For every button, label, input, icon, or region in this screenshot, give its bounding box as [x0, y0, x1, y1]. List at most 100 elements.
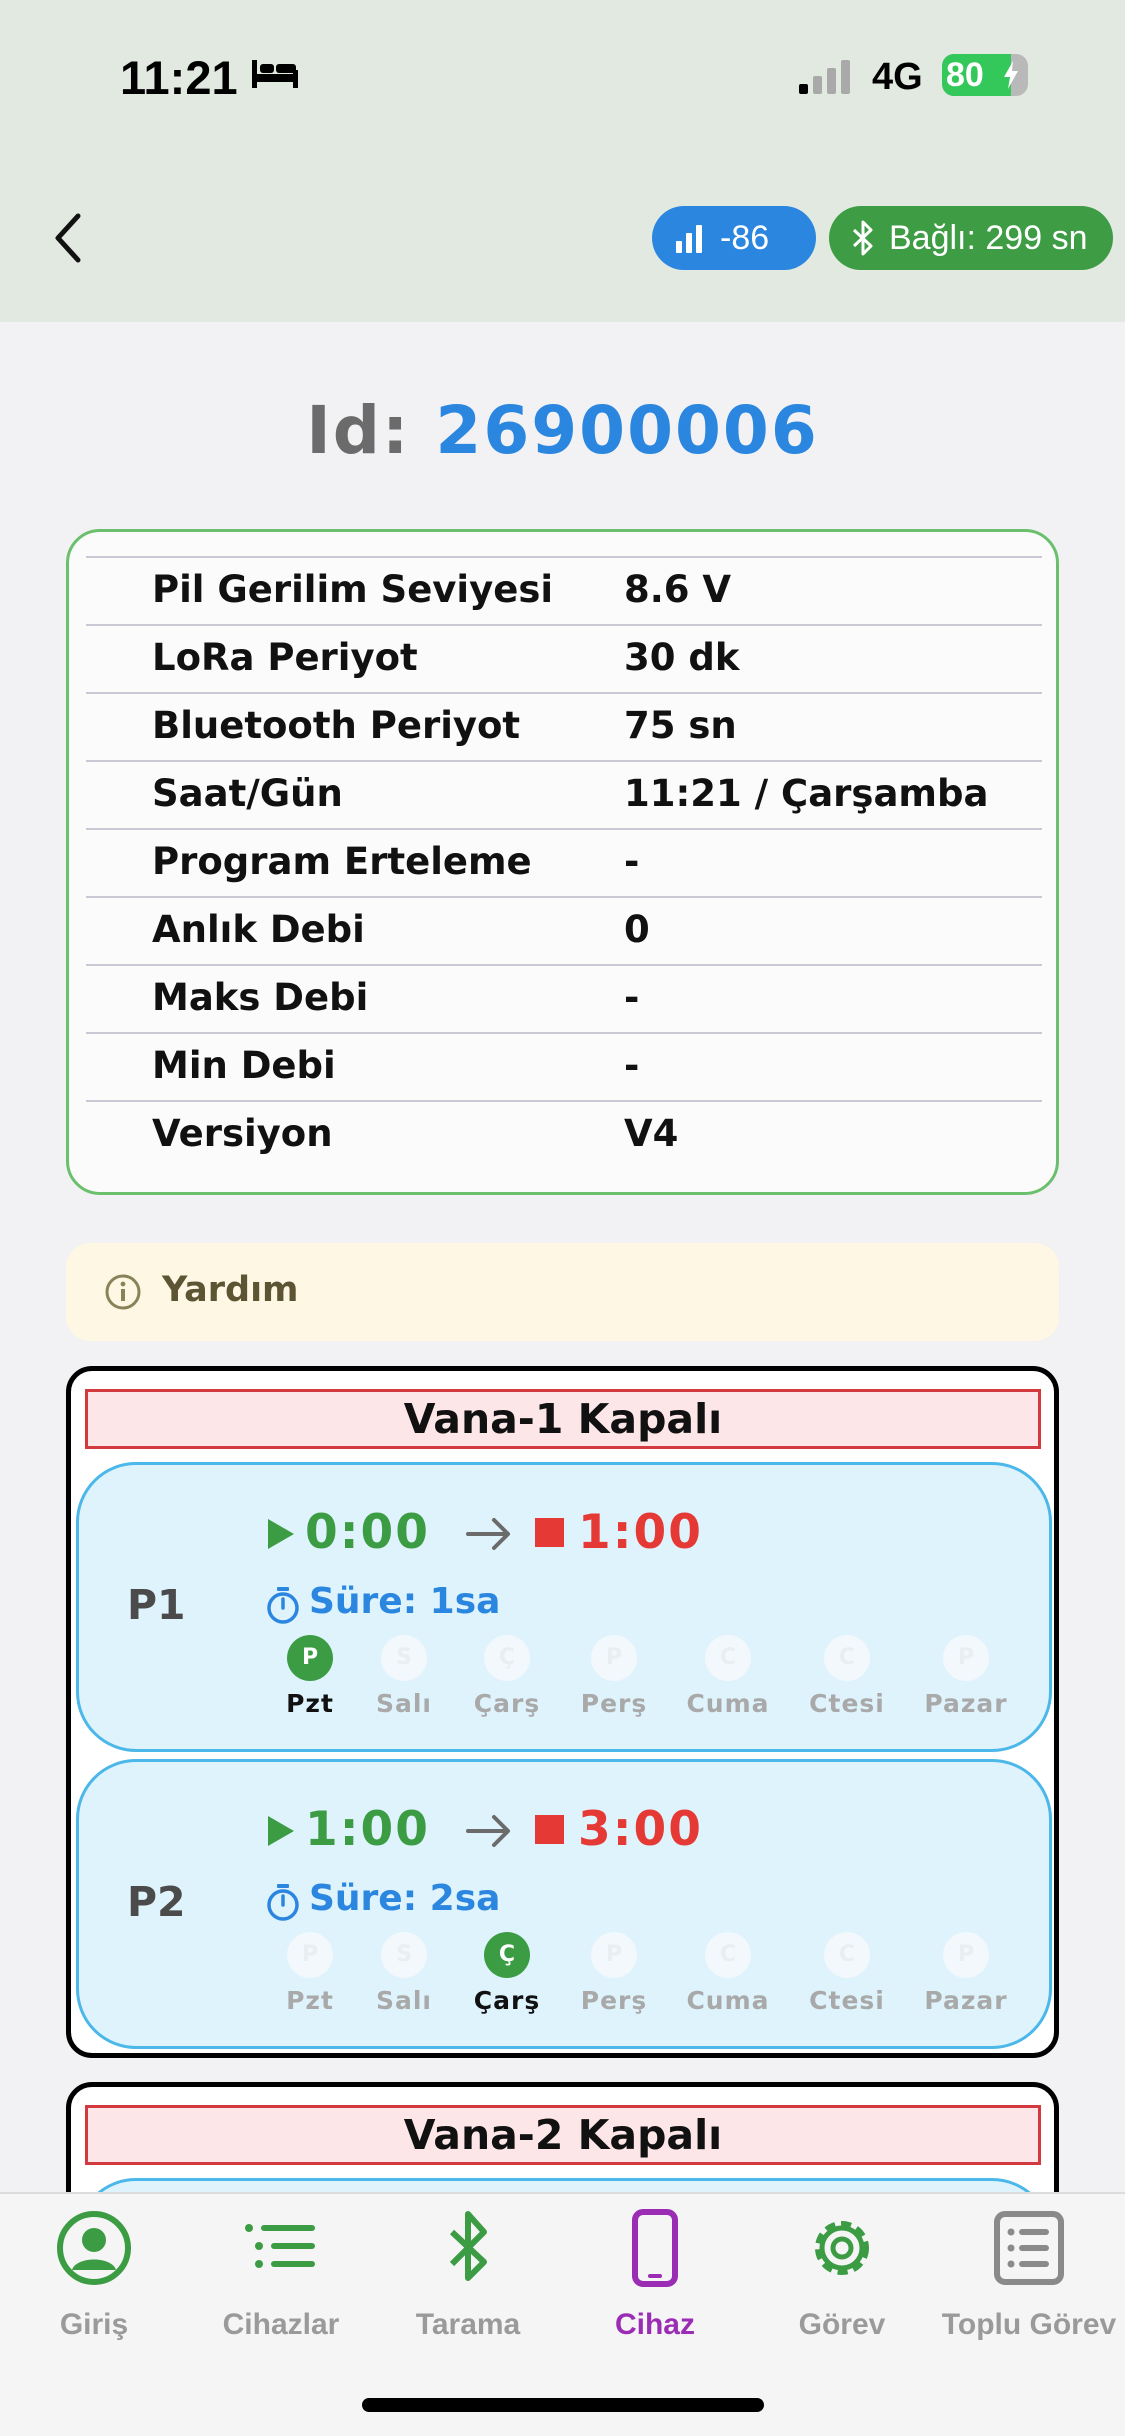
valve-title: Vana-1 Kapalı	[85, 1389, 1041, 1449]
info-label: Pil Gerilim Seviyesi	[152, 568, 554, 611]
status-time: 11:21	[120, 51, 238, 104]
day-label: Pazar	[924, 1689, 1008, 1718]
play-icon	[268, 1519, 294, 1549]
day-label: Perş	[580, 1689, 648, 1718]
info-label: Program Erteleme	[152, 840, 532, 883]
arrow-right-icon	[466, 1518, 510, 1550]
day-label: Cuma	[686, 1689, 770, 1718]
info-value: -	[624, 840, 640, 883]
day-dot: P	[287, 1635, 333, 1681]
tab-toplu-gorev[interactable]: Toplu Görev	[935, 2194, 1123, 2354]
day-dot: Ç	[484, 1932, 530, 1978]
program-name: P2	[127, 1878, 186, 1926]
charging-bolt-icon	[1004, 61, 1018, 89]
info-value: 11:21 / Çarşamba	[624, 772, 989, 815]
play-icon	[268, 1816, 294, 1846]
start-time: 1:00	[305, 1802, 430, 1857]
day-toggle-cars[interactable]: Ç Çarş	[452, 1635, 562, 1718]
info-label: Saat/Gün	[152, 772, 343, 815]
end-time: 3:00	[578, 1802, 703, 1857]
day-label: Pazar	[924, 1986, 1008, 2015]
day-dot: C	[705, 1932, 751, 1978]
info-row: Saat/Gün 11:21 / Çarşamba	[86, 760, 1042, 828]
info-row: Maks Debi -	[86, 964, 1042, 1032]
day-label: Çarş	[473, 1986, 541, 2015]
user-circle-icon	[57, 2211, 131, 2285]
start-time: 0:00	[305, 1505, 430, 1560]
day-dot: S	[381, 1932, 427, 1978]
info-row: Program Erteleme -	[86, 828, 1042, 896]
tab-cihaz[interactable]: Cihaz	[561, 2194, 749, 2354]
battery-indicator: 80	[942, 54, 1028, 96]
valve-title: Vana-2 Kapalı	[85, 2105, 1041, 2165]
day-toggle-ctesi[interactable]: C Ctesi	[792, 1635, 902, 1718]
tab-label: Görev	[798, 2308, 886, 2341]
tab-giris[interactable]: Giriş	[0, 2194, 188, 2354]
program-card-p2[interactable]: P2 1:00 3:00 Süre: 2sa P Pzt S Salı Ç Ça…	[76, 1759, 1052, 2049]
day-toggle-pazar[interactable]: P Pazar	[911, 1932, 1021, 2015]
day-dot: C	[824, 1635, 870, 1681]
day-toggle-pazar[interactable]: P Pazar	[911, 1635, 1021, 1718]
day-label: Ctesi	[809, 1986, 885, 2015]
day-toggle-cars[interactable]: Ç Çarş	[452, 1932, 562, 2015]
phone-icon	[632, 2209, 678, 2287]
day-toggle-cuma[interactable]: C Cuma	[673, 1635, 783, 1718]
day-label: Salı	[375, 1689, 432, 1718]
info-label: Bluetooth Periyot	[152, 704, 521, 747]
tab-tarama[interactable]: Tarama	[374, 2194, 562, 2354]
back-chevron-icon[interactable]	[48, 208, 92, 268]
top-bar: 11:21 4G 80 -86 Bağlı: 299 sn	[0, 0, 1125, 322]
day-toggle-sali[interactable]: S Salı	[349, 1635, 459, 1718]
info-label: Maks Debi	[152, 976, 369, 1019]
day-label: Ctesi	[809, 1689, 885, 1718]
gear-icon	[815, 2221, 869, 2275]
info-value: V4	[624, 1112, 679, 1155]
help-label: Yardım	[162, 1270, 299, 1310]
stop-icon	[535, 1815, 564, 1844]
duration: Süre: 1sa	[309, 1581, 501, 1622]
arrow-right-icon	[466, 1815, 510, 1847]
bottom-tab-bar: Giriş Cihazlar Tarama Cihaz Görev Toplu …	[0, 2192, 1125, 2436]
info-row: Versiyon V4	[86, 1100, 1042, 1168]
info-icon	[105, 1274, 141, 1310]
network-type: 4G	[872, 56, 923, 98]
info-value: -	[624, 1044, 640, 1087]
info-label: Versiyon	[152, 1112, 333, 1155]
battery-level: 80	[946, 56, 984, 94]
day-toggle-cuma[interactable]: C Cuma	[673, 1932, 783, 2015]
day-dot: P	[591, 1932, 637, 1978]
tab-cihazlar[interactable]: Cihazlar	[187, 2194, 375, 2354]
signal-strength-icon	[676, 225, 702, 253]
help-button[interactable]: Yardım	[66, 1243, 1059, 1341]
info-row: Pil Gerilim Seviyesi 8.6 V	[86, 556, 1042, 624]
day-label: Salı	[375, 1986, 432, 2015]
home-indicator	[362, 2398, 764, 2412]
end-time: 1:00	[578, 1505, 703, 1560]
bluetooth-status-text: Bağlı: 299 sn	[889, 218, 1088, 257]
tab-label: Cihazlar	[222, 2308, 340, 2341]
day-toggle-pers[interactable]: P Perş	[559, 1932, 669, 2015]
day-label: Perş	[580, 1986, 648, 2015]
task-list-icon	[994, 2211, 1064, 2285]
cellular-signal-icon	[799, 60, 850, 94]
program-card-p1[interactable]: P1 0:00 1:00 Süre: 1sa P Pzt S Salı Ç Ça…	[76, 1462, 1052, 1752]
bluetooth-icon	[852, 220, 873, 256]
tab-label: Tarama	[415, 2308, 521, 2341]
info-label: LoRa Periyot	[152, 636, 418, 679]
duration: Süre: 2sa	[309, 1878, 501, 1919]
tab-gorev[interactable]: Görev	[748, 2194, 936, 2354]
day-dot: C	[824, 1932, 870, 1978]
info-value: 30 dk	[624, 636, 740, 679]
timer-icon	[267, 1587, 299, 1624]
valve-card-1: Vana-1 Kapalı P1 0:00 1:00 Süre: 1sa P P…	[66, 1366, 1059, 2058]
day-toggle-sali[interactable]: S Salı	[349, 1932, 459, 2015]
info-label: Min Debi	[152, 1044, 336, 1087]
tab-label: Toplu Görev	[941, 2308, 1117, 2341]
day-dot: Ç	[484, 1635, 530, 1681]
day-toggle-ctesi[interactable]: C Ctesi	[792, 1932, 902, 2015]
timer-icon	[267, 1884, 299, 1921]
tab-label: Cihaz	[614, 2308, 695, 2341]
day-toggle-pers[interactable]: P Perş	[559, 1635, 669, 1718]
list-icon	[245, 2224, 315, 2268]
device-id-value: 26900006	[435, 392, 819, 469]
